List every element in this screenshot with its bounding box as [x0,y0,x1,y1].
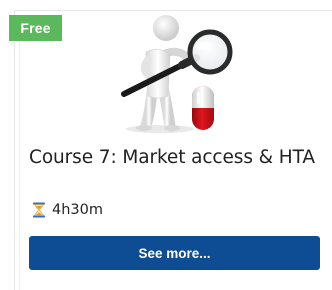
magnifier-figure-pill-illustration [121,15,233,133]
see-more-button[interactable]: See more... [29,236,320,270]
card-divider [19,22,20,290]
course-title: Course 7: Market access & HTA [29,147,315,168]
hourglass-icon [33,202,45,218]
duration-label: 4h30m [52,202,103,218]
free-badge: Free [9,15,62,41]
duration: 4h30m [32,199,103,221]
